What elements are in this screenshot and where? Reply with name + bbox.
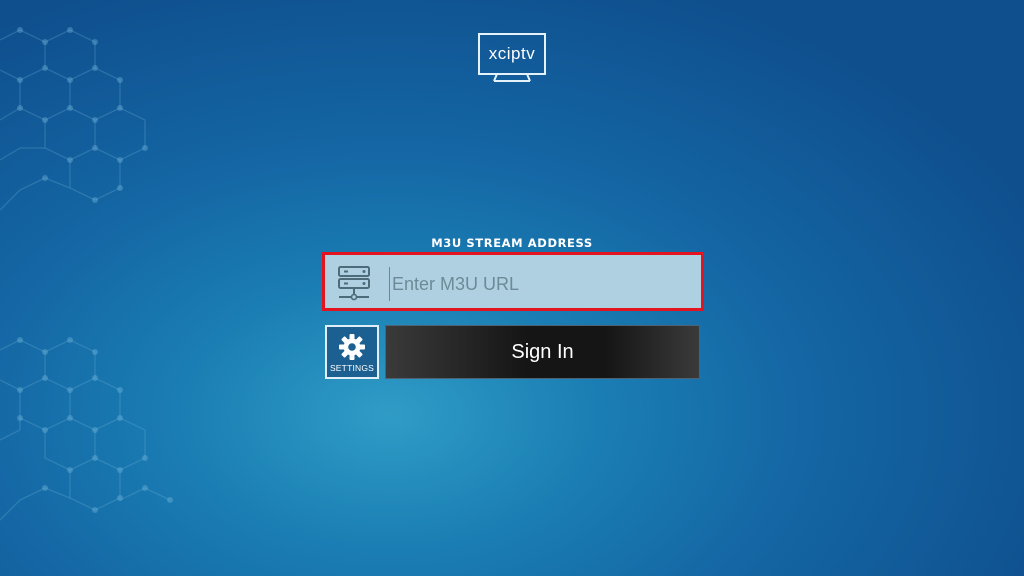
url-input-container[interactable] — [322, 252, 704, 311]
settings-button[interactable]: SETTINGS — [325, 325, 379, 379]
app-logo-text: xciptv — [488, 44, 536, 63]
server-icon — [338, 266, 370, 301]
sign-in-button[interactable]: Sign In — [385, 325, 700, 379]
app-logo: xciptv — [478, 33, 546, 75]
sign-in-button-label: Sign In — [511, 340, 574, 363]
gear-icon — [339, 334, 365, 360]
m3u-url-input[interactable] — [389, 267, 698, 301]
tv-logo-icon — [493, 74, 531, 82]
settings-button-label: SETTINGS — [329, 363, 375, 373]
url-field-label: M3U STREAM ADDRESS — [431, 236, 593, 250]
